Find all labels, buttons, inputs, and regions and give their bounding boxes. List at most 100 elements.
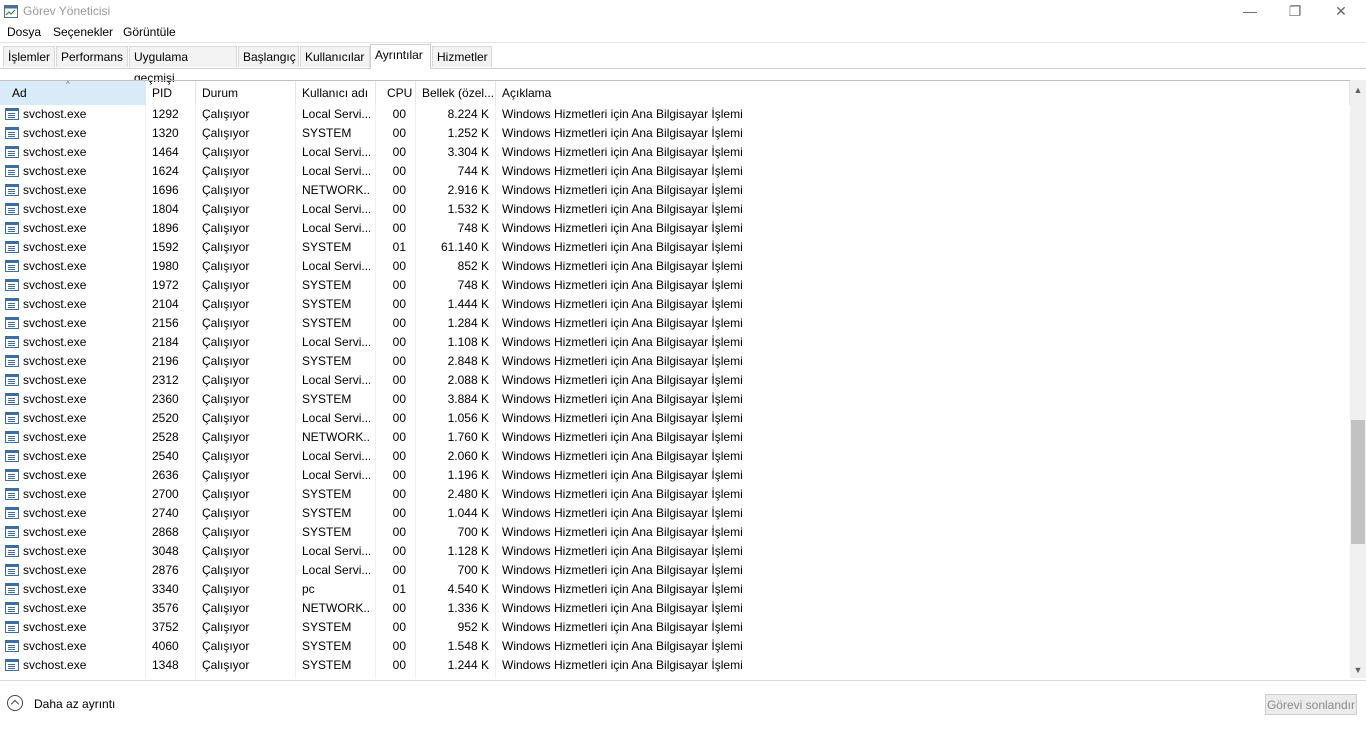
process-cpu: 00 (392, 221, 406, 235)
scroll-down-icon[interactable]: ▼ (1350, 662, 1366, 678)
table-row[interactable]: svchost.exe 2312 Çalışıyor Local Servi... 00… (0, 371, 1350, 390)
table-row[interactable]: svchost.exe 2636 Çalışıyor Local Servi... 00… (0, 466, 1350, 485)
column-header-pid[interactable]: PID (146, 81, 196, 105)
table-row[interactable]: svchost.exe 1696 Çalışıyor NETWORK... 00 2.91… (0, 181, 1350, 200)
table-row[interactable]: svchost.exe 3576 Çalışıyor NETWORK... 00 1.33… (0, 599, 1350, 618)
close-button[interactable]: ✕ (1318, 0, 1364, 24)
process-cpu: 00 (392, 335, 406, 349)
process-name: svchost.exe (23, 506, 87, 520)
column-header-description[interactable]: Açıklama (496, 81, 1350, 105)
process-icon (5, 203, 19, 215)
tab-users[interactable]: Kullanıcılar (300, 46, 370, 67)
tab-app-history[interactable]: Uygulama geçmişi (129, 46, 237, 85)
process-icon (5, 412, 19, 424)
table-row[interactable]: svchost.exe 1972 Çalışıyor SYSTEM 00 748 K Win… (0, 276, 1350, 295)
table-row[interactable]: svchost.exe 3752 Çalışıyor SYSTEM 00 952 K Win… (0, 618, 1350, 637)
process-icon (5, 298, 19, 310)
process-cpu: 00 (392, 278, 406, 292)
vertical-scrollbar[interactable]: ▲ ▼ (1350, 80, 1366, 678)
tab-startup[interactable]: Başlangıç (238, 46, 299, 67)
process-user: SYSTEM (302, 278, 352, 292)
column-header-memory[interactable]: Bellek (özel... (416, 81, 496, 105)
table-row[interactable]: svchost.exe 1592 Çalışıyor SYSTEM 01 61.140 K… (0, 238, 1350, 257)
table-row[interactable]: svchost.exe 2196 Çalışıyor SYSTEM 00 2.848 K W… (0, 352, 1350, 371)
process-user: Local Servi... (302, 335, 370, 349)
process-pid: 2312 (152, 373, 179, 387)
process-description: Windows Hizmetleri için Ana Bilgisayar İ… (502, 354, 743, 368)
process-icon (5, 260, 19, 272)
table-row[interactable]: svchost.exe 4060 Çalışıyor SYSTEM 00 1.548 K W… (0, 637, 1350, 656)
menu-file[interactable]: Dosya (7, 25, 41, 39)
process-memory: 2.916 K (447, 183, 489, 197)
process-cpu: 00 (392, 620, 406, 634)
process-memory: 4.540 K (447, 582, 489, 596)
table-row[interactable]: svchost.exe 2104 Çalışıyor SYSTEM 00 1.444 K W… (0, 295, 1350, 314)
process-cpu: 00 (392, 601, 406, 615)
tab-performance[interactable]: Performans (56, 46, 128, 67)
tab-services[interactable]: Hizmetler (432, 46, 492, 67)
process-icon (5, 165, 19, 177)
table-row[interactable]: svchost.exe 2184 Çalışıyor Local Servi... 00… (0, 333, 1350, 352)
table-row[interactable]: svchost.exe 2700 Çalışıyor SYSTEM 00 2.480 K W… (0, 485, 1350, 504)
table-row[interactable]: svchost.exe 2360 Çalışıyor SYSTEM 00 3.884 K W… (0, 390, 1350, 409)
scroll-up-icon[interactable]: ▲ (1350, 82, 1366, 98)
chevron-up-circle-icon[interactable] (7, 695, 23, 711)
process-status: Çalışıyor (202, 240, 250, 254)
table-row[interactable]: svchost.exe 1320 Çalışıyor SYSTEM 00 1.252 K W… (0, 124, 1350, 143)
process-status: Çalışıyor (202, 601, 250, 615)
process-cpu: 00 (392, 373, 406, 387)
process-name: svchost.exe (23, 145, 87, 159)
process-pid: 2740 (152, 506, 179, 520)
tab-details[interactable]: Ayrıntılar (370, 44, 431, 69)
process-status: Çalışıyor (202, 164, 250, 178)
process-memory: 1.444 K (447, 297, 489, 311)
table-row[interactable]: svchost.exe 1624 Çalışıyor Local Servi... 00… (0, 162, 1350, 181)
process-cpu: 00 (392, 297, 406, 311)
process-user: Local Servi... (302, 259, 370, 273)
process-cpu: 01 (392, 582, 406, 596)
tab-processes[interactable]: İşlemler (3, 46, 55, 67)
column-header-name[interactable]: ^ Ad (0, 81, 146, 105)
table-body: svchost.exe 1292 Çalışıyor Local Servi... 00… (0, 105, 1350, 675)
table-row[interactable]: svchost.exe 1292 Çalışıyor Local Servi... 00… (0, 105, 1350, 124)
process-description: Windows Hizmetleri için Ana Bilgisayar İ… (502, 468, 743, 482)
table-row[interactable]: svchost.exe 1464 Çalışıyor Local Servi... 00… (0, 143, 1350, 162)
column-header-user[interactable]: Kullanıcı adı (296, 81, 376, 105)
process-status: Çalışıyor (202, 126, 250, 140)
fewer-details-link[interactable]: Daha az ayrıntı (34, 697, 115, 711)
process-description: Windows Hizmetleri için Ana Bilgisayar İ… (502, 107, 743, 121)
table-row[interactable]: svchost.exe 2740 Çalışıyor SYSTEM 00 1.044 K W… (0, 504, 1350, 523)
process-description: Windows Hizmetleri için Ana Bilgisayar İ… (502, 411, 743, 425)
end-task-button[interactable]: Görevi sonlandır (1265, 694, 1357, 715)
table-row[interactable]: svchost.exe 3048 Çalışıyor Local Servi... 00… (0, 542, 1350, 561)
process-pid: 3576 (152, 601, 179, 615)
process-pid: 1292 (152, 107, 179, 121)
table-row[interactable]: svchost.exe 2868 Çalışıyor SYSTEM 00 700 K Win… (0, 523, 1350, 542)
table-header: ^ Ad PID Durum Kullanıcı adı CPU Bellek … (0, 81, 1350, 105)
process-cpu: 00 (392, 639, 406, 653)
table-row[interactable]: svchost.exe 1348 Çalışıyor SYSTEM 00 1.244 K W… (0, 656, 1350, 675)
table-row[interactable]: svchost.exe 3340 Çalışıyor pc 01 4.540 K Windo… (0, 580, 1350, 599)
table-row[interactable]: svchost.exe 2520 Çalışıyor Local Servi... 00… (0, 409, 1350, 428)
table-row[interactable]: svchost.exe 1804 Çalışıyor Local Servi... 00… (0, 200, 1350, 219)
process-icon (5, 222, 19, 234)
menu-view[interactable]: Görüntüle (123, 25, 176, 39)
maximize-button[interactable]: ❐ (1272, 0, 1318, 24)
table-row[interactable]: svchost.exe 2156 Çalışıyor SYSTEM 00 1.284 K W… (0, 314, 1350, 333)
menu-options[interactable]: Seçenekler (53, 25, 113, 39)
table-row[interactable]: svchost.exe 1980 Çalışıyor Local Servi... 00… (0, 257, 1350, 276)
table-row[interactable]: svchost.exe 2528 Çalışıyor NETWORK... 00 1.76… (0, 428, 1350, 447)
minimize-button[interactable]: — (1227, 0, 1273, 24)
process-memory: 1.128 K (447, 544, 489, 558)
table-row[interactable]: svchost.exe 1896 Çalışıyor Local Servi... 00… (0, 219, 1350, 238)
process-status: Çalışıyor (202, 620, 250, 634)
column-header-cpu[interactable]: CPU (376, 81, 416, 105)
process-user: SYSTEM (302, 639, 352, 653)
table-row[interactable]: svchost.exe 2540 Çalışıyor Local Servi... 00… (0, 447, 1350, 466)
process-status: Çalışıyor (202, 373, 250, 387)
process-pid: 2876 (152, 563, 179, 577)
column-header-status[interactable]: Durum (196, 81, 296, 105)
process-pid: 1348 (152, 658, 179, 672)
scroll-thumb[interactable] (1351, 420, 1365, 544)
table-row[interactable]: svchost.exe 2876 Çalışıyor Local Servi... 00… (0, 561, 1350, 580)
